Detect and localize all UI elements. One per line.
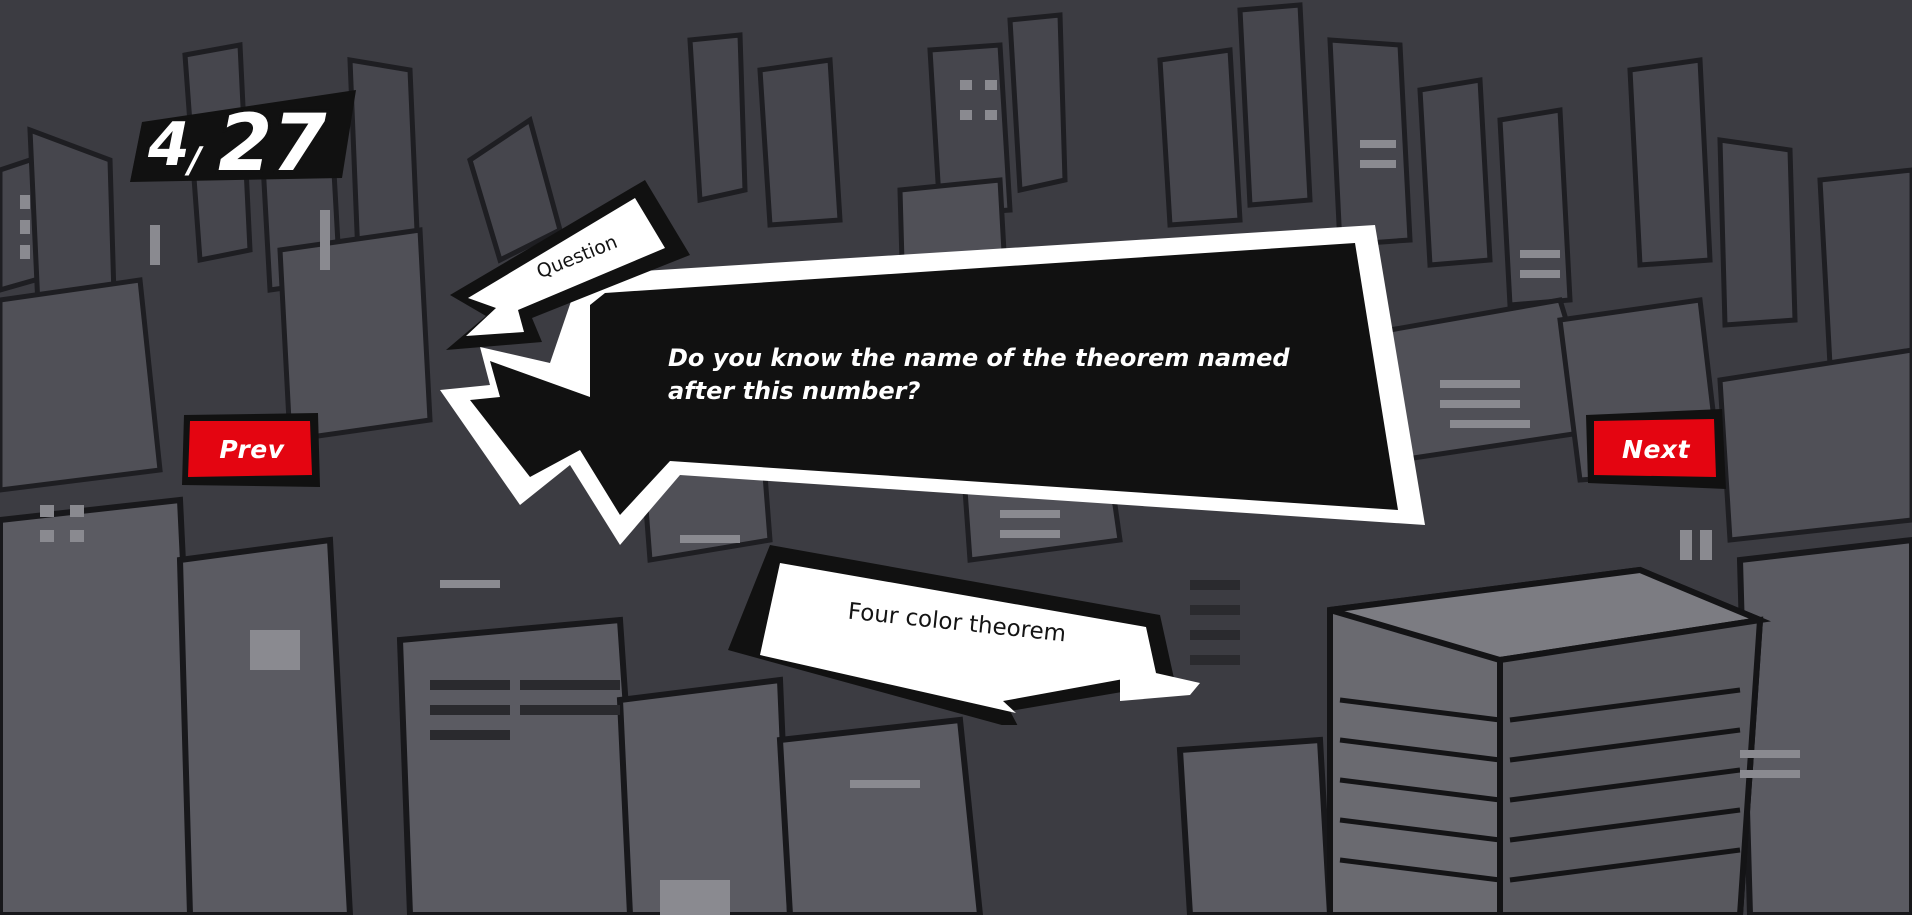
question-text: Do you know the name of the theorem name… xyxy=(668,344,1290,405)
prev-button[interactable]: Prev xyxy=(180,409,320,489)
counter-total: 27 xyxy=(218,99,327,189)
question-counter: 4 / 27 xyxy=(130,70,370,200)
prev-button-label: Prev xyxy=(219,434,285,464)
quiz-screen: 4 / 27 Prev Next Question Do you know th… xyxy=(0,0,1912,915)
counter-current: 4 xyxy=(147,110,190,180)
counter-badge: 4 / 27 xyxy=(130,90,356,192)
next-button[interactable]: Next xyxy=(1586,409,1726,489)
next-button-label: Next xyxy=(1622,434,1690,464)
